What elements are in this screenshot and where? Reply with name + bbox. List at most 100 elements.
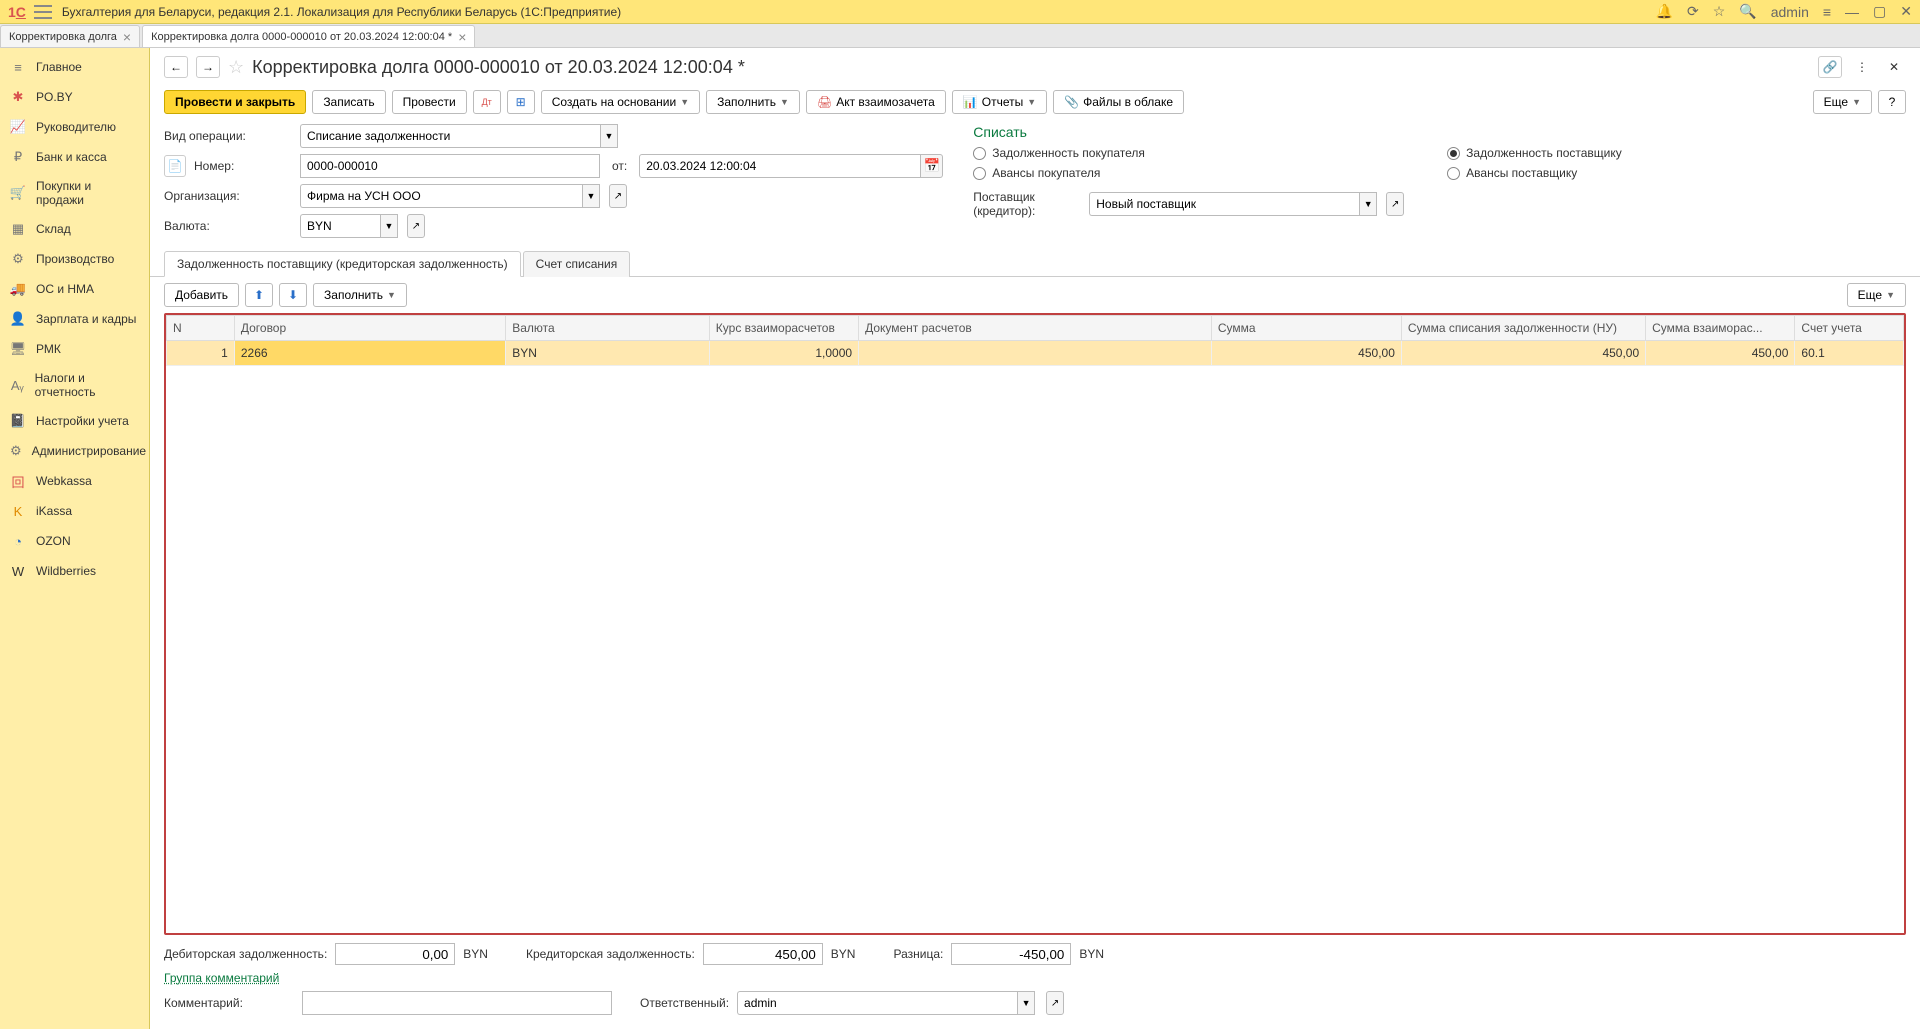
- sidebar-item-12[interactable]: ⚙Администрирование: [0, 436, 149, 466]
- sidebar-item-1[interactable]: ✱PO.BY: [0, 82, 149, 112]
- sidebar-item-14[interactable]: KiKassa: [0, 496, 149, 526]
- tab-0[interactable]: Корректировка долга ×: [0, 25, 140, 47]
- history-icon[interactable]: ⟳: [1687, 3, 1699, 20]
- num-label: Номер:: [194, 159, 234, 173]
- move-up-icon[interactable]: ⬆: [245, 283, 273, 307]
- col-rate[interactable]: Курс взаиморасчетов: [709, 316, 858, 341]
- link-icon[interactable]: 🔗: [1818, 56, 1842, 78]
- sidebar-item-7[interactable]: 🚚ОС и НМА: [0, 274, 149, 304]
- sup-dropdown-icon[interactable]: ▼: [1359, 192, 1377, 216]
- col-sum-mr[interactable]: Сумма взаиморас...: [1646, 316, 1795, 341]
- org-input[interactable]: [300, 184, 582, 208]
- sidebar-label-0: Главное: [36, 60, 82, 74]
- sidebar-item-8[interactable]: 👤Зарплата и кадры: [0, 304, 149, 334]
- op-select[interactable]: [300, 124, 600, 148]
- radio-advance-supplier[interactable]: Авансы поставщику: [1447, 166, 1906, 180]
- tree-icon[interactable]: ⊞: [507, 90, 535, 114]
- sidebar-item-9[interactable]: 🖥РМК: [0, 334, 149, 364]
- table-row[interactable]: 12266BYN1,0000450,00450,00450,0060.1: [167, 341, 1904, 366]
- search-icon[interactable]: 🔍: [1739, 3, 1756, 20]
- table-more-button[interactable]: Еще ▼: [1847, 283, 1906, 307]
- sup-input[interactable]: [1089, 192, 1359, 216]
- sidebar-item-6[interactable]: ⚙Производство: [0, 244, 149, 274]
- favorite-star-icon[interactable]: ☆: [228, 57, 244, 78]
- files-button[interactable]: 📎 Файлы в облаке: [1053, 90, 1184, 114]
- create-from-button[interactable]: Создать на основании ▼: [541, 90, 700, 114]
- nav-back-button[interactable]: ←: [164, 56, 188, 78]
- menu-burger-icon[interactable]: [34, 5, 52, 19]
- save-button[interactable]: Записать: [312, 90, 385, 114]
- radio-debt-buyer[interactable]: Задолженность покупателя: [973, 146, 1429, 160]
- add-row-button[interactable]: Добавить: [164, 283, 239, 307]
- bell-icon[interactable]: 🔔: [1656, 3, 1673, 20]
- sidebar-icon-6: ⚙: [10, 251, 26, 267]
- sidebar-item-2[interactable]: 📈Руководителю: [0, 112, 149, 142]
- cur-dropdown-icon[interactable]: ▼: [380, 214, 398, 238]
- doc-status-icon[interactable]: 📄: [164, 155, 186, 177]
- sup-open-icon[interactable]: ↗: [1386, 192, 1404, 216]
- close-window-icon[interactable]: ✕: [1900, 3, 1912, 20]
- op-dropdown-icon[interactable]: ▼: [600, 124, 618, 148]
- sidebar-icon-11: 📓: [10, 413, 26, 429]
- cred-input[interactable]: [703, 943, 823, 965]
- maximize-icon[interactable]: ▢: [1873, 3, 1886, 20]
- org-dropdown-icon[interactable]: ▼: [582, 184, 600, 208]
- org-open-icon[interactable]: ↗: [609, 184, 627, 208]
- reports-button[interactable]: 📊 Отчеты ▼: [952, 90, 1047, 114]
- move-down-icon[interactable]: ⬇: [279, 283, 307, 307]
- col-n[interactable]: N: [167, 316, 235, 341]
- from-label: от:: [612, 159, 627, 173]
- col-contract[interactable]: Договор: [234, 316, 505, 341]
- user-label[interactable]: admin: [1771, 4, 1809, 20]
- col-sum[interactable]: Сумма: [1211, 316, 1401, 341]
- sidebar-item-13[interactable]: 回Webkassa: [0, 466, 149, 496]
- sidebar-item-5[interactable]: ▦Склад: [0, 214, 149, 244]
- fill-button[interactable]: Заполнить ▼: [706, 90, 800, 114]
- cur-input[interactable]: [300, 214, 380, 238]
- minimize-icon[interactable]: —: [1845, 4, 1859, 20]
- diff-input[interactable]: [951, 943, 1071, 965]
- nav-forward-button[interactable]: →: [196, 56, 220, 78]
- help-button[interactable]: ?: [1878, 90, 1906, 114]
- sidebar-item-15[interactable]: ◔OZON: [0, 526, 149, 556]
- col-acct[interactable]: Счет учета: [1795, 316, 1904, 341]
- date-input[interactable]: [639, 154, 921, 178]
- comment-input[interactable]: [302, 991, 612, 1015]
- resp-open-icon[interactable]: ↗: [1046, 991, 1064, 1015]
- deb-input[interactable]: [335, 943, 455, 965]
- dtct-icon[interactable]: Дт: [473, 90, 501, 114]
- tab-0-close-icon[interactable]: ×: [123, 30, 131, 44]
- sidebar: ≡Главное✱PO.BY📈Руководителю₽Банк и касса…: [0, 48, 150, 1029]
- resp-input[interactable]: [737, 991, 1017, 1015]
- tab-1-close-icon[interactable]: ×: [458, 30, 466, 44]
- kebab-icon[interactable]: ⋮: [1850, 56, 1874, 78]
- sidebar-item-16[interactable]: WWildberries: [0, 556, 149, 586]
- sidebar-item-3[interactable]: ₽Банк и касса: [0, 142, 149, 172]
- resp-dropdown-icon[interactable]: ▼: [1017, 991, 1035, 1015]
- doc-tab-debt[interactable]: Задолженность поставщику (кредиторская з…: [164, 251, 521, 277]
- sidebar-item-0[interactable]: ≡Главное: [0, 52, 149, 82]
- group-comment-link[interactable]: Группа комментарий: [164, 971, 279, 985]
- tab-1[interactable]: Корректировка долга 0000-000010 от 20.03…: [142, 25, 475, 47]
- close-doc-icon[interactable]: ✕: [1882, 56, 1906, 78]
- radio-advance-buyer[interactable]: Авансы покупателя: [973, 166, 1429, 180]
- sidebar-item-11[interactable]: 📓Настройки учета: [0, 406, 149, 436]
- calendar-icon[interactable]: 📅: [921, 154, 943, 178]
- fill-table-button[interactable]: Заполнить ▼: [313, 283, 407, 307]
- settings-icon[interactable]: ≡: [1823, 4, 1831, 20]
- act-button[interactable]: 🖨 Акт взаимозачета: [806, 90, 946, 114]
- col-doc[interactable]: Документ расчетов: [859, 316, 1212, 341]
- col-currency[interactable]: Валюта: [506, 316, 710, 341]
- post-button[interactable]: Провести: [392, 90, 467, 114]
- radio-debt-supplier[interactable]: Задолженность поставщику: [1447, 146, 1906, 160]
- table[interactable]: N Договор Валюта Курс взаиморасчетов Док…: [164, 313, 1906, 935]
- more-button[interactable]: Еще ▼: [1813, 90, 1872, 114]
- cur-open-icon[interactable]: ↗: [407, 214, 425, 238]
- star-icon[interactable]: ☆: [1713, 3, 1726, 20]
- sidebar-item-4[interactable]: 🛒Покупки и продажи: [0, 172, 149, 214]
- post-close-button[interactable]: Провести и закрыть: [164, 90, 306, 114]
- doc-tab-account[interactable]: Счет списания: [523, 251, 631, 277]
- num-input[interactable]: [300, 154, 600, 178]
- sidebar-item-10[interactable]: AᵧНалоги и отчетность: [0, 364, 149, 406]
- col-sum-nu[interactable]: Сумма списания задолженности (НУ): [1401, 316, 1645, 341]
